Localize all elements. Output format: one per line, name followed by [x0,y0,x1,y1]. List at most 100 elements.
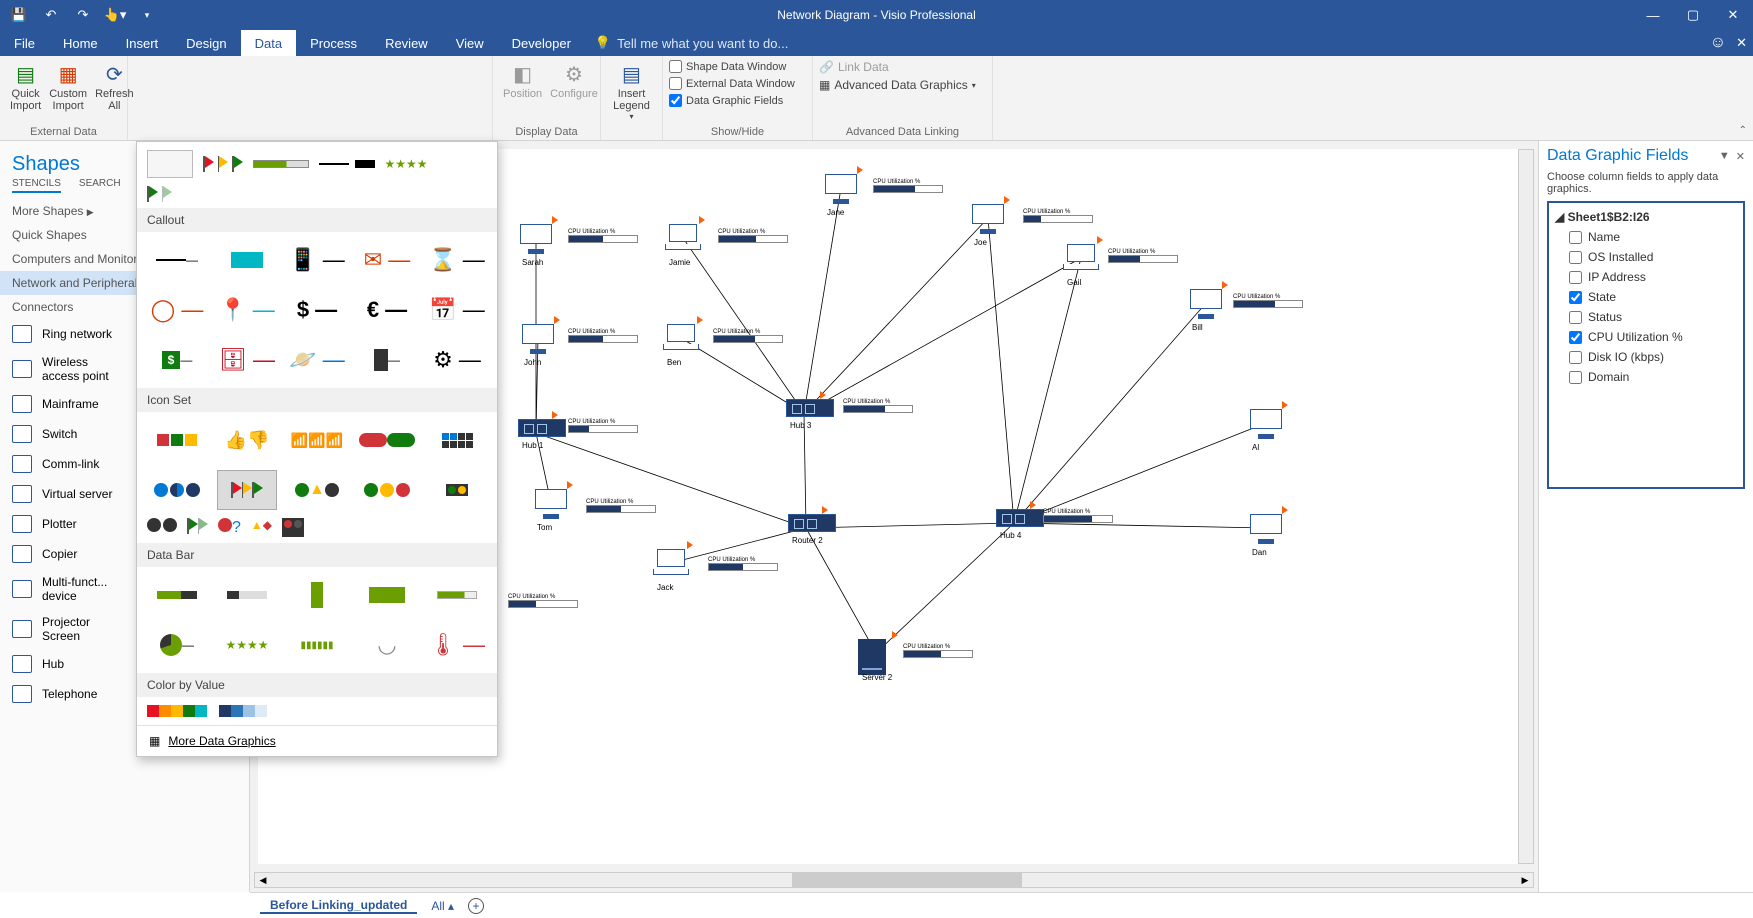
shape-item[interactable]: Switch [0,419,89,449]
dgf-field[interactable]: Status [1551,307,1741,327]
page-tab[interactable]: Before Linking_updated [260,898,417,914]
callout-hourglass[interactable]: ⌛ — [427,240,487,280]
shape-item[interactable]: Comm-link [0,449,111,479]
shape-item[interactable]: Copier [0,539,89,569]
diagram-node[interactable] [858,639,886,675]
diagram-node[interactable] [970,204,1006,234]
collapse-ribbon-icon[interactable]: ⌃ [1739,125,1747,136]
tab-data[interactable]: Data [241,30,296,56]
databar-option[interactable] [253,160,309,168]
databar-gauge[interactable]: ◡ [357,625,417,665]
configure-button[interactable]: ⚙Configure [546,58,602,102]
save-icon[interactable]: 💾 [6,3,32,27]
diagram-node[interactable] [823,174,859,204]
databar-1[interactable] [147,575,207,615]
diagram-node[interactable] [1188,289,1224,319]
iconset-thumbs[interactable]: 👍👎 [217,420,277,460]
tell-me-search[interactable]: 💡 Tell me what you want to do... [595,35,788,51]
tab-insert[interactable]: Insert [112,30,173,56]
shape-item[interactable]: Hub [0,649,76,679]
more-data-graphics-link[interactable]: ▦ More Data Graphics [137,725,497,756]
dgf-field[interactable]: Name [1551,227,1741,247]
shape-item[interactable]: Projector Screen [0,609,102,649]
undo-icon[interactable]: ↶ [38,3,64,27]
tab-design[interactable]: Design [172,30,240,56]
dgf-field[interactable]: State [1551,287,1741,307]
advanced-data-graphics-button[interactable]: ▦Advanced Data Graphics▾ [819,76,986,94]
redo-icon[interactable]: ↷ [70,3,96,27]
databar-stars[interactable]: ★★★★ [217,625,277,665]
diagram-node[interactable] [518,224,554,254]
databar-people[interactable]: ▮▮▮▮▮▮ [287,625,347,665]
diagram-node[interactable] [653,549,689,575]
shape-data-window-checkbox[interactable]: Shape Data Window [669,58,806,75]
no-graphic-option[interactable] [147,150,193,178]
shape-item[interactable]: Multi-funct... device [0,569,119,609]
touch-mode-icon[interactable]: 👆▾ [102,3,128,27]
tab-file[interactable]: File [0,30,49,56]
shape-item[interactable]: Ring network [0,319,124,349]
stars-option[interactable]: ★★★★ [385,157,428,171]
callout-mail[interactable]: ✉ — [357,240,417,280]
maximize-button[interactable]: ▢ [1673,0,1713,30]
dgf-field[interactable]: IP Address [1551,267,1741,287]
close-button[interactable]: ✕ [1713,0,1753,30]
shape-item[interactable]: Mainframe [0,389,111,419]
diagram-node[interactable] [520,324,556,354]
dgf-field[interactable]: Disk IO (kbps) [1551,347,1741,367]
iconset-toggle[interactable] [357,420,417,460]
tab-home[interactable]: Home [49,30,112,56]
hscroll-thumb[interactable] [792,873,1022,887]
callout-phone[interactable]: 📱 — [287,240,347,280]
databar-pie[interactable]: — [147,625,207,665]
dgf-menu-icon[interactable]: ▼ [1719,150,1730,163]
iconset-shields[interactable] [147,420,207,460]
insert-legend-button[interactable]: ▤Insert Legend▾ [607,58,656,123]
tab-process[interactable]: Process [296,30,371,56]
external-data-window-checkbox[interactable]: External Data Window [669,75,806,92]
iconset-flags[interactable] [217,470,277,510]
minimize-button[interactable]: — [1633,0,1673,30]
diagram-node[interactable] [518,419,566,437]
tab-review[interactable]: Review [371,30,442,56]
callout-ring[interactable]: ◯ — [147,290,207,330]
data-graphics-gallery[interactable]: ★★★★ Callout — 📱 — ✉ — ⌛ — ◯ — 📍 — $ — €… [136,141,498,757]
diagram-node[interactable] [665,224,701,250]
dgf-field[interactable]: Domain [1551,367,1741,387]
close-help-icon[interactable]: ✕ [1736,35,1747,51]
diagram-node[interactable] [663,324,699,350]
dgf-field[interactable]: OS Installed [1551,247,1741,267]
color-rainbow[interactable] [147,705,207,717]
scroll-left-icon[interactable]: ◀ [255,873,271,887]
scroll-right-icon[interactable]: ▶ [1517,873,1533,887]
tab-developer[interactable]: Developer [498,30,585,56]
search-tab[interactable]: SEARCH [79,178,121,193]
callout-server[interactable]: — [357,340,417,380]
color-blues[interactable] [219,705,267,717]
callout-tag[interactable] [217,240,277,280]
callout-money[interactable]: $ — [147,340,207,380]
databar-4[interactable] [357,575,417,615]
link-data-button[interactable]: 🔗Link Data [819,58,986,76]
shape-item[interactable]: Plotter [0,509,89,539]
shape-item[interactable]: Telephone [0,679,109,709]
smiley-icon[interactable]: ☺ [1710,34,1726,52]
iconset-status[interactable]: ▲ [287,470,347,510]
diagram-node[interactable] [788,514,836,532]
callout-pin[interactable]: 📍 — [217,290,277,330]
callout-gear[interactable]: ⚙ — [427,340,487,380]
diagram-node[interactable] [996,509,1044,527]
vertical-scrollbar[interactable] [1518,149,1534,864]
quick-import-button[interactable]: ▤Quick Import [6,58,45,114]
dgf-data-source[interactable]: ◢ Sheet1$B2:I26 [1551,207,1741,227]
custom-import-button[interactable]: ▦Custom Import [45,58,91,114]
diagram-node[interactable] [1248,409,1284,439]
add-page-button[interactable]: + [468,898,484,914]
flag-trio-option[interactable] [203,156,243,172]
iconset-wifi[interactable]: 📶📶📶 [287,420,347,460]
qat-customize-icon[interactable]: ▾ [134,3,160,27]
callout-calendar[interactable]: 📅 — [427,290,487,330]
callout-planet[interactable]: 🪐 — [287,340,347,380]
shape-item[interactable]: Virtual server [0,479,124,509]
data-graphic-fields-checkbox[interactable]: Data Graphic Fields [669,92,806,109]
